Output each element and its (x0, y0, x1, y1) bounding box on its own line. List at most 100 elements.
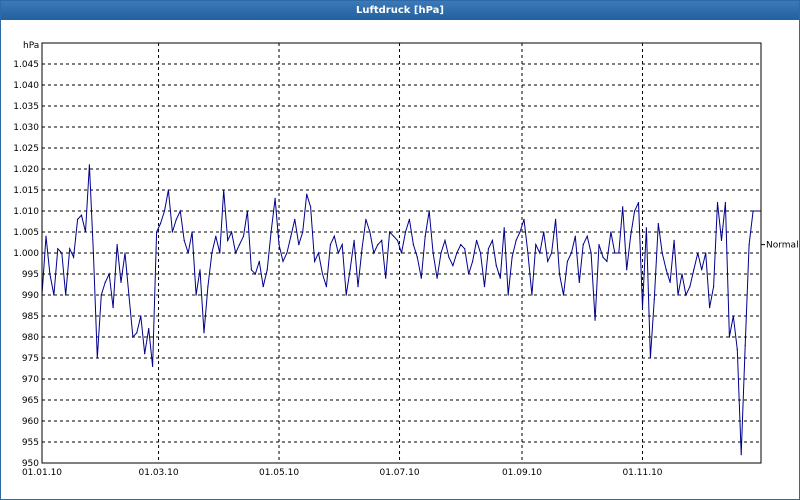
data-point (570, 252, 573, 254)
data-point (685, 294, 687, 296)
data-point (677, 294, 679, 296)
data-point (460, 244, 462, 246)
data-point (266, 269, 268, 271)
data-point (132, 336, 134, 338)
data-point (393, 235, 395, 237)
data-point (440, 252, 442, 254)
data-point (641, 307, 644, 309)
data-point (345, 294, 347, 296)
data-point (535, 244, 537, 246)
data-point (116, 244, 118, 246)
data-point (357, 286, 359, 288)
data-point (187, 252, 189, 254)
data-point (365, 218, 367, 220)
data-point (203, 332, 205, 334)
y-tick-label: 1.025 (13, 144, 39, 154)
data-point (716, 202, 719, 204)
data-point (73, 256, 75, 258)
data-point (274, 197, 276, 199)
data-point (317, 252, 320, 254)
data-point (468, 273, 470, 275)
data-point (282, 260, 284, 262)
data-point (306, 193, 308, 195)
data-point (45, 235, 47, 237)
data-point (665, 269, 667, 271)
data-point (578, 281, 580, 283)
data-point (673, 239, 675, 241)
data-point (92, 252, 94, 254)
data-point (476, 239, 478, 241)
data-point (120, 281, 122, 283)
data-point (211, 252, 213, 254)
data-point (547, 260, 549, 262)
data-point (626, 269, 628, 271)
data-point (179, 210, 181, 212)
data-point (385, 277, 387, 279)
data-point (479, 252, 482, 254)
data-point (724, 202, 727, 204)
data-point (223, 189, 225, 191)
x-axis: 01.01.10 01.03.10 01.05.10 01.07.10 01.09.10… (22, 468, 663, 478)
data-point (416, 256, 418, 258)
data-point (136, 332, 138, 334)
data-point (302, 231, 304, 233)
data-point (614, 252, 616, 254)
data-point (531, 294, 533, 296)
data-point (310, 206, 312, 208)
normal-label: Normal (766, 241, 799, 251)
data-point (448, 256, 450, 258)
data-point (507, 294, 509, 296)
data-point (148, 328, 150, 330)
data-point (77, 218, 79, 220)
data-point (325, 286, 327, 288)
x-tick-label: 01.11.10 (622, 468, 662, 478)
data-point (262, 286, 264, 288)
data-point (227, 239, 229, 241)
data-point (175, 218, 177, 220)
data-point (69, 248, 71, 250)
data-point (720, 239, 723, 241)
data-point (53, 294, 55, 296)
data-point (555, 218, 557, 220)
data-point (586, 235, 588, 237)
data-point (298, 244, 300, 246)
data-point (389, 231, 391, 233)
y-axis-label: hPa (23, 41, 39, 51)
data-point (290, 235, 292, 237)
data-point (657, 223, 659, 225)
chart-window: Luftdruck [hPa] 950 955 960 965 970 975 980 985… (0, 0, 800, 500)
data-point (693, 269, 695, 271)
data-point (701, 269, 703, 271)
data-point (594, 319, 596, 321)
data-point (333, 235, 335, 237)
y-tick-label: 975 (22, 354, 39, 364)
data-point (377, 244, 379, 246)
data-point (487, 248, 489, 250)
data-point (258, 260, 260, 262)
data-point (618, 252, 620, 254)
data-point (404, 231, 407, 233)
data-point (681, 273, 683, 275)
data-point (381, 239, 383, 241)
data-point (523, 218, 525, 220)
data-point (424, 235, 426, 237)
data-point (171, 231, 173, 233)
data-point (503, 227, 505, 229)
data-point (250, 269, 252, 271)
y-tick-label: 1.020 (13, 165, 39, 175)
y-tick-label: 1.015 (13, 186, 39, 196)
data-point (598, 244, 600, 246)
data-point (689, 286, 691, 288)
data-point (238, 244, 241, 246)
data-point (108, 273, 110, 275)
data-point (562, 294, 565, 296)
data-point (732, 315, 734, 317)
data-point (483, 286, 486, 288)
data-point (630, 235, 632, 237)
data-point (124, 252, 126, 254)
y-tick-label: 980 (22, 333, 39, 343)
data-point (495, 265, 497, 267)
data-point (278, 244, 280, 246)
data-point (152, 365, 154, 367)
data-point (551, 252, 553, 254)
